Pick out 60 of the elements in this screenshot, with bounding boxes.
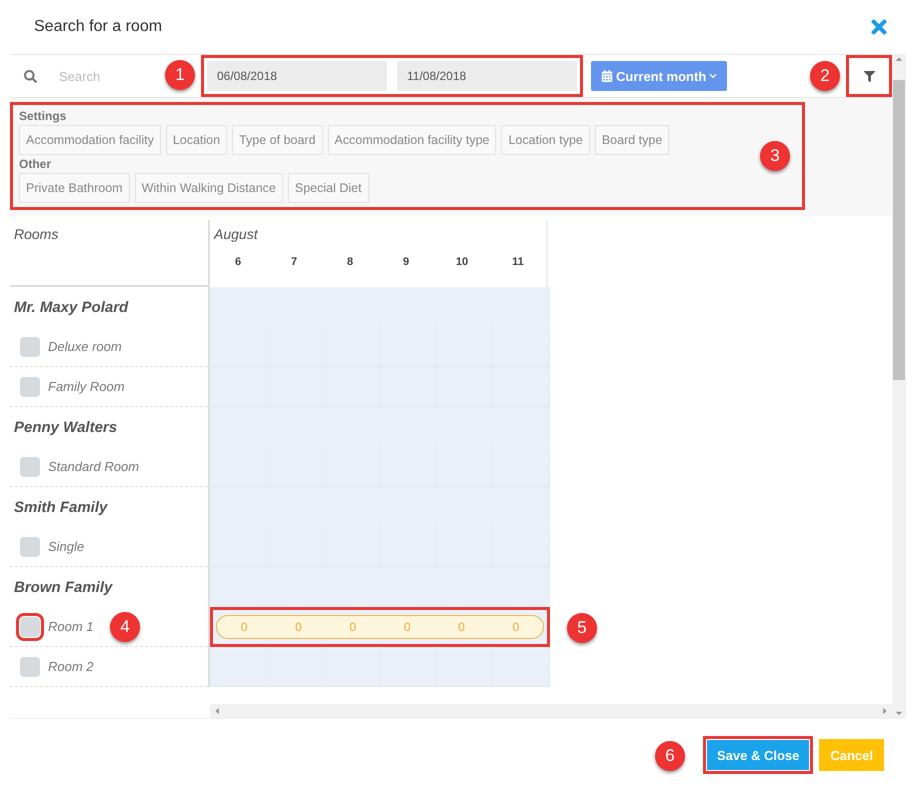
window-title: Search for a room — [34, 18, 162, 36]
day-number: 8 — [346, 256, 354, 268]
day-number: 9 — [402, 256, 410, 268]
filter-section-title: Settings — [19, 109, 68, 123]
room-checkbox[interactable] — [20, 616, 40, 636]
filter-tag[interactable]: Within Walking Distance — [134, 173, 283, 203]
room-checkbox[interactable] — [20, 376, 40, 396]
filter-button[interactable] — [846, 55, 892, 97]
filter-tag[interactable]: Accommodation facility type — [328, 125, 496, 155]
room-name: Single — [48, 539, 84, 554]
current-month-button[interactable]: Current month — [591, 61, 728, 91]
day-number: 6 — [234, 256, 242, 268]
callout-badge: 2 — [810, 61, 840, 91]
availability-count: 0 — [457, 620, 466, 634]
room-name: Standard Room — [48, 459, 140, 474]
callout-badge: 3 — [760, 141, 790, 171]
availability-count: 0 — [511, 620, 520, 634]
filter-tag[interactable]: Private Bathroom — [19, 173, 130, 203]
vertical-scrollbar[interactable] — [892, 54, 906, 718]
room-name: Room 2 — [48, 659, 94, 674]
search-icon — [24, 70, 37, 82]
calendar-icon — [601, 70, 613, 82]
guest-name: Mr. Maxy Polard — [14, 298, 128, 316]
callout-badge: 5 — [567, 613, 597, 643]
room-name: Room 1 — [48, 619, 94, 634]
filter-icon — [864, 70, 874, 82]
room-checkbox[interactable] — [20, 336, 40, 356]
rooms-heading: Rooms — [14, 226, 58, 242]
availability-count: 0 — [348, 620, 358, 634]
callout-badge: 1 — [165, 60, 195, 90]
month-label: August — [212, 226, 259, 242]
save-close-button[interactable]: Save & Close — [706, 740, 810, 770]
availability-count: 0 — [240, 620, 248, 634]
room-checkbox[interactable] — [20, 656, 40, 676]
room-name: Family Room — [48, 379, 125, 394]
filter-section-title: Other — [19, 157, 52, 171]
filter-tag[interactable]: Location type — [501, 125, 590, 155]
availability-count: 0 — [402, 620, 412, 634]
end-date-field[interactable]: 11/08/2018 — [397, 61, 577, 91]
room-name: Deluxe room — [48, 339, 122, 354]
guest-name: Penny Walters — [14, 418, 118, 436]
chevron-down-icon — [709, 72, 718, 80]
availability-bar[interactable]: 0 0 0 0 0 0 — [216, 615, 544, 639]
availability-count: 0 — [294, 620, 303, 634]
filter-tag[interactable]: Special Diet — [288, 173, 369, 203]
filter-tag[interactable]: Accommodation facility — [19, 125, 161, 155]
filter-tag[interactable]: Type of board — [232, 125, 323, 155]
day-number: 10 — [454, 256, 470, 268]
guest-name: Smith Family — [14, 498, 108, 516]
room-checkbox[interactable] — [20, 536, 40, 556]
callout-badge: 4 — [110, 612, 140, 642]
callout-badge: 6 — [654, 741, 685, 771]
horizontal-scrollbar[interactable] — [210, 704, 892, 718]
room-checkbox[interactable] — [20, 456, 40, 476]
start-date-field[interactable]: 06/08/2018 — [207, 61, 387, 91]
day-number: 11 — [511, 256, 525, 268]
filter-tag[interactable]: Board type — [594, 125, 670, 155]
guest-name: Brown Family — [14, 578, 112, 596]
day-number: 7 — [290, 256, 298, 268]
filter-tag[interactable]: Location — [166, 125, 228, 155]
